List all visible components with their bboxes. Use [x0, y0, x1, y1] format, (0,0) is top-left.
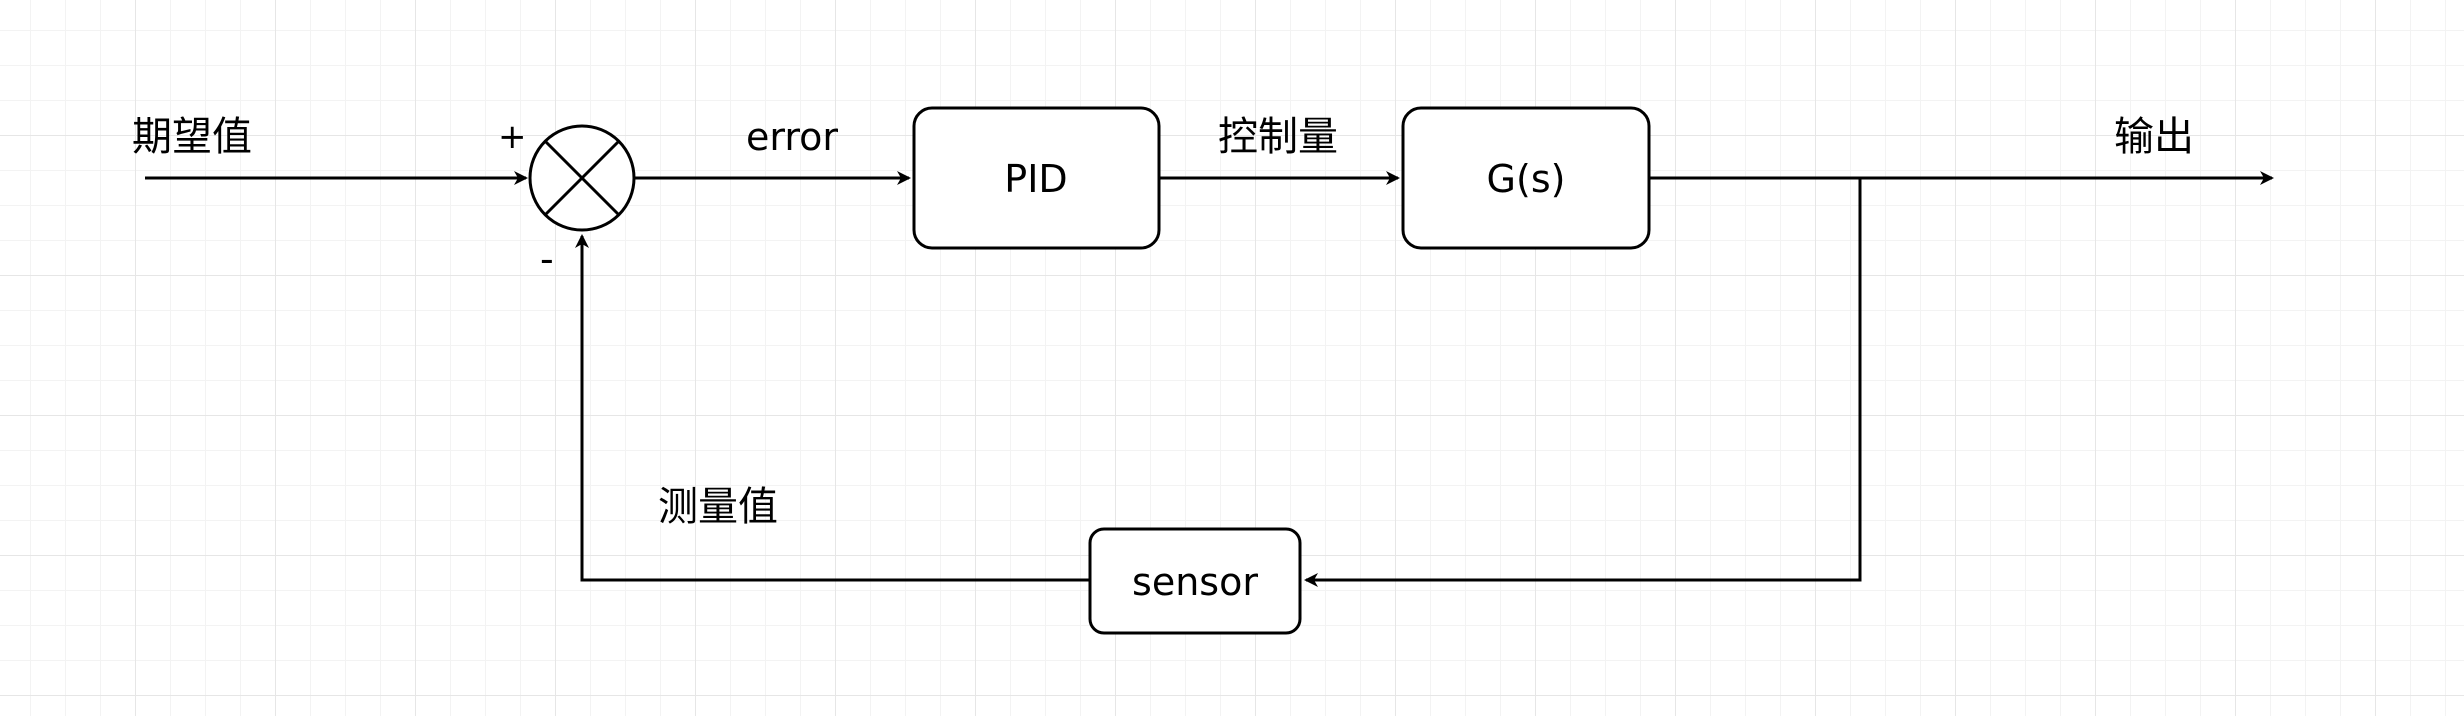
- measurement-label: 测量值: [658, 484, 778, 530]
- diagram-canvas: 期望值 + - error PID 控制量 G(s) 输出 测量值 sensor: [0, 0, 2464, 716]
- plant-label: G(s): [1487, 157, 1566, 201]
- error-label: error: [746, 115, 838, 159]
- control-signal-label: 控制量: [1218, 114, 1338, 160]
- sensor-label: sensor: [1132, 560, 1258, 604]
- pid-block-diagram: 期望值 + - error PID 控制量 G(s) 输出 测量值 sensor: [132, 106, 2274, 635]
- output-label: 输出: [2114, 114, 2194, 160]
- summing-junction[interactable]: [528, 124, 636, 232]
- minus-sign: -: [540, 237, 554, 281]
- setpoint-label: 期望值: [132, 114, 252, 160]
- controller-label: PID: [1004, 157, 1067, 201]
- plus-sign: +: [498, 117, 527, 157]
